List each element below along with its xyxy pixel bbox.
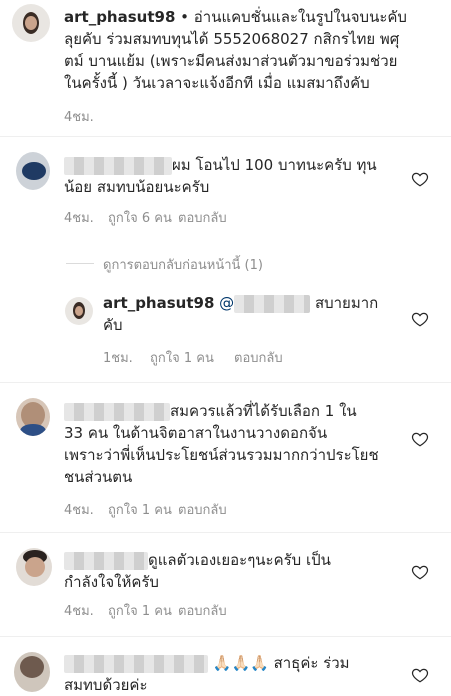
comment-likes[interactable]: ถูกใจ 1 คน xyxy=(108,600,178,621)
reply-time: 1ชม. xyxy=(103,351,133,366)
comment-likes[interactable]: ถูกใจ 6 คน xyxy=(108,207,178,228)
caption-line: ในครั้งนี้ ) วันเวลาจะแจ้งอีกที เมื่อ แม… xyxy=(64,74,370,92)
comment-line: น้อย สมทบน้อยนะครับ xyxy=(64,178,210,196)
reply-button[interactable]: ตอบกลับ xyxy=(178,207,227,228)
comment-line: ชนส่วนตน xyxy=(64,468,133,486)
heart-outline-icon[interactable] xyxy=(411,430,429,448)
redacted-mention xyxy=(234,294,311,313)
comment-text: ดูแลตัวเองเยอะๆนะครับ เป็น กำลังใจให้ครั… xyxy=(64,549,404,593)
reply-likes[interactable]: ถูกใจ 1 คน xyxy=(150,347,234,368)
comment-meta: 4ชม. ถูกใจ 6 คน ตอบกลับ xyxy=(64,207,227,228)
comment-meta: 4ชม. ถูกใจ 1 คน ตอบกลับ xyxy=(64,499,227,520)
caption-username[interactable]: art_phasut98 xyxy=(64,8,175,26)
redacted-username xyxy=(64,402,170,421)
comment-text: 🙏🏻🙏🏻🙏🏻 สาธุค่ะ ร่วม สมทบด้วยค่ะ xyxy=(64,652,409,696)
comment-line: สมควรแล้วที่ได้รับเลือก 1 ใน xyxy=(64,400,409,422)
comment-likes[interactable]: ถูกใจ 1 คน xyxy=(108,499,178,520)
redacted-username xyxy=(64,156,172,175)
heart-outline-icon[interactable] xyxy=(411,170,429,188)
heart-outline-icon[interactable] xyxy=(411,310,429,328)
pray-emoji: 🙏🏻🙏🏻🙏🏻 xyxy=(212,654,269,672)
redacted-username xyxy=(64,551,148,570)
caption-line: ลุยคับ ร่วมสมทบทุนได้ 5552068027 กสิกรไท… xyxy=(64,30,400,48)
commenter-avatar[interactable] xyxy=(16,398,50,436)
reply-meta: 1ชม. ถูกใจ 1 คน ตอบกลับ xyxy=(103,347,283,368)
reply-button[interactable]: ตอบกลับ xyxy=(178,499,227,520)
replies-divider xyxy=(66,263,94,264)
heart-outline-icon[interactable] xyxy=(411,666,429,684)
comment-time: 4ชม. xyxy=(64,604,94,619)
reply-line: art_phasut98 @ สบายมาก xyxy=(103,294,379,313)
comment-meta: 4ชม. ถูกใจ 1 คน ตอบกลับ xyxy=(64,600,227,621)
heart-outline-icon[interactable] xyxy=(411,563,429,581)
commenter-avatar[interactable] xyxy=(16,152,50,190)
comment-line: ผม โอนไป 100 บาทนะครับ ทุน xyxy=(64,154,404,176)
reply-line: คับ xyxy=(103,316,123,334)
redacted-username xyxy=(64,654,208,673)
view-previous-replies[interactable]: ดูการตอบกลับก่อนหน้านี้ (1) xyxy=(103,254,263,275)
caption-time: 4ชม. xyxy=(64,110,94,125)
comment-text: สมควรแล้วที่ได้รับเลือก 1 ใน 33 คน ในด้า… xyxy=(64,400,409,488)
comment-time: 4ชม. xyxy=(64,211,94,226)
reply-button[interactable]: ตอบกลับ xyxy=(178,600,227,621)
comment-line: 🙏🏻🙏🏻🙏🏻 สาธุค่ะ ร่วม xyxy=(64,652,409,674)
reply-username[interactable]: art_phasut98 xyxy=(103,294,214,312)
comment-line: 33 คน ในด้านจิตอาสาในงานวางดอกจัน xyxy=(64,424,328,442)
comment-line: กำลังใจให้ครับ xyxy=(64,573,159,591)
reply-mention[interactable]: @ xyxy=(219,294,234,312)
comment-line: สมทบด้วยค่ะ xyxy=(64,676,148,694)
comment-time: 4ชม. xyxy=(64,503,94,518)
commenter-avatar[interactable] xyxy=(16,548,52,586)
caption-line: ตม์ บานแย้ม (เพราะมีคนส่งมาส่วนตัวมาขอร่… xyxy=(64,52,398,70)
reply-button[interactable]: ตอบกลับ xyxy=(234,347,283,368)
commenter-avatar[interactable] xyxy=(14,652,50,692)
reply-avatar[interactable] xyxy=(65,297,93,325)
reply-text: art_phasut98 @ สบายมาก คับ xyxy=(103,292,403,336)
comment-line: ดูแลตัวเองเยอะๆนะครับ เป็น xyxy=(64,549,404,571)
comment-text: ผม โอนไป 100 บาทนะครับ ทุน น้อย สมทบน้อย… xyxy=(64,154,404,198)
poster-avatar[interactable] xyxy=(12,4,50,42)
caption-line: art_phasut98 • อ่านแคบชั่นและในรูปในจบนะ… xyxy=(64,8,407,26)
post-caption: art_phasut98 • อ่านแคบชั่นและในรูปในจบนะ… xyxy=(64,6,449,94)
comment-line: เพราะว่าพี่เห็นประโยชน์ส่วนรวมมากกว่าประ… xyxy=(64,446,379,464)
